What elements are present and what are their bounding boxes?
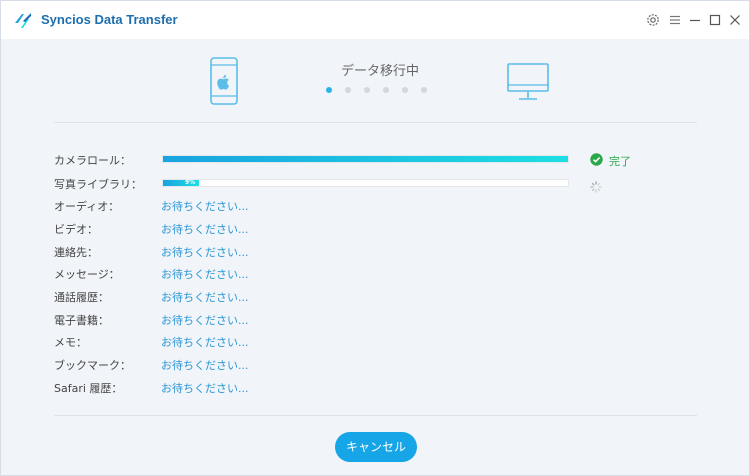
app-window: Syncios Data Transfer データ移行中 カメラロール： 完了 … <box>0 0 750 476</box>
row-label: 連絡先： <box>54 246 98 259</box>
app-title: Syncios Data Transfer <box>41 12 178 27</box>
close-icon[interactable] <box>727 12 743 28</box>
step-dot <box>421 87 427 93</box>
cancel-button[interactable]: キャンセル <box>335 432 417 462</box>
transfer-header: データ移行中 <box>1 39 749 123</box>
row-label: 写真ライブラリ： <box>54 178 142 191</box>
transfer-row-photo-library: 写真ライブラリ： 9% <box>1 174 749 194</box>
transfer-row-notes: メモ： お待ちください... <box>1 332 749 352</box>
progress-bar <box>162 155 569 163</box>
monitor-icon <box>507 63 549 105</box>
row-label: カメラロール： <box>54 154 131 167</box>
waiting-text: お待ちください... <box>161 336 249 349</box>
iphone-apple-icon <box>210 57 238 109</box>
transfer-row-call-history: 通話履歴： お待ちください... <box>1 287 749 307</box>
waiting-text: お待ちください... <box>161 268 249 281</box>
row-label: 電子書籍： <box>54 314 109 327</box>
waiting-text: お待ちください... <box>161 359 249 372</box>
status-title: データ移行中 <box>341 64 420 79</box>
spinner-icon <box>590 178 602 197</box>
row-label: メモ： <box>54 336 87 349</box>
row-label: オーディオ： <box>54 200 120 213</box>
transfer-row-ebooks: 電子書籍： お待ちください... <box>1 310 749 330</box>
maximize-icon[interactable] <box>707 12 723 28</box>
row-label: ビデオ： <box>54 223 98 236</box>
transfer-row-video: ビデオ： お待ちください... <box>1 219 749 239</box>
status-done: 完了 <box>590 151 631 170</box>
menu-icon[interactable] <box>667 12 683 28</box>
check-circle-icon <box>590 151 603 170</box>
waiting-text: お待ちください... <box>161 200 249 213</box>
step-dot-active <box>326 87 332 93</box>
title-bar: Syncios Data Transfer <box>1 1 749 39</box>
transfer-row-safari-history: Safari 履歴： お待ちください... <box>1 378 749 398</box>
row-label: 通話履歴： <box>54 291 109 304</box>
top-divider <box>54 122 697 123</box>
row-label: メッセージ： <box>54 268 120 281</box>
bottom-divider <box>54 415 697 416</box>
step-dot <box>345 87 351 93</box>
row-label: ブックマーク： <box>54 359 131 372</box>
transfer-row-audio: オーディオ： お待ちください... <box>1 196 749 216</box>
step-dot <box>402 87 408 93</box>
step-indicator <box>326 87 440 93</box>
gear-icon[interactable] <box>645 12 661 28</box>
waiting-text: お待ちください... <box>161 291 249 304</box>
waiting-text: お待ちください... <box>161 314 249 327</box>
transfer-row-contacts: 連絡先： お待ちください... <box>1 242 749 262</box>
progress-bar: 9% <box>162 179 569 187</box>
step-dot <box>364 87 370 93</box>
row-label: Safari 履歴： <box>54 382 123 395</box>
status-done-label: 完了 <box>609 154 631 168</box>
syncios-logo-icon <box>13 11 33 31</box>
transfer-row-bookmarks: ブックマーク： お待ちください... <box>1 355 749 375</box>
waiting-text: お待ちください... <box>161 246 249 259</box>
step-dot <box>383 87 389 93</box>
progress-fill <box>163 156 568 162</box>
transfer-row-camera-roll: カメラロール： 完了 <box>1 150 749 170</box>
minimize-icon[interactable] <box>687 12 703 28</box>
waiting-text: お待ちください... <box>161 223 249 236</box>
transfer-row-messages: メッセージ： お待ちください... <box>1 264 749 284</box>
progress-percent: 9% <box>185 179 196 186</box>
waiting-text: お待ちください... <box>161 382 249 395</box>
